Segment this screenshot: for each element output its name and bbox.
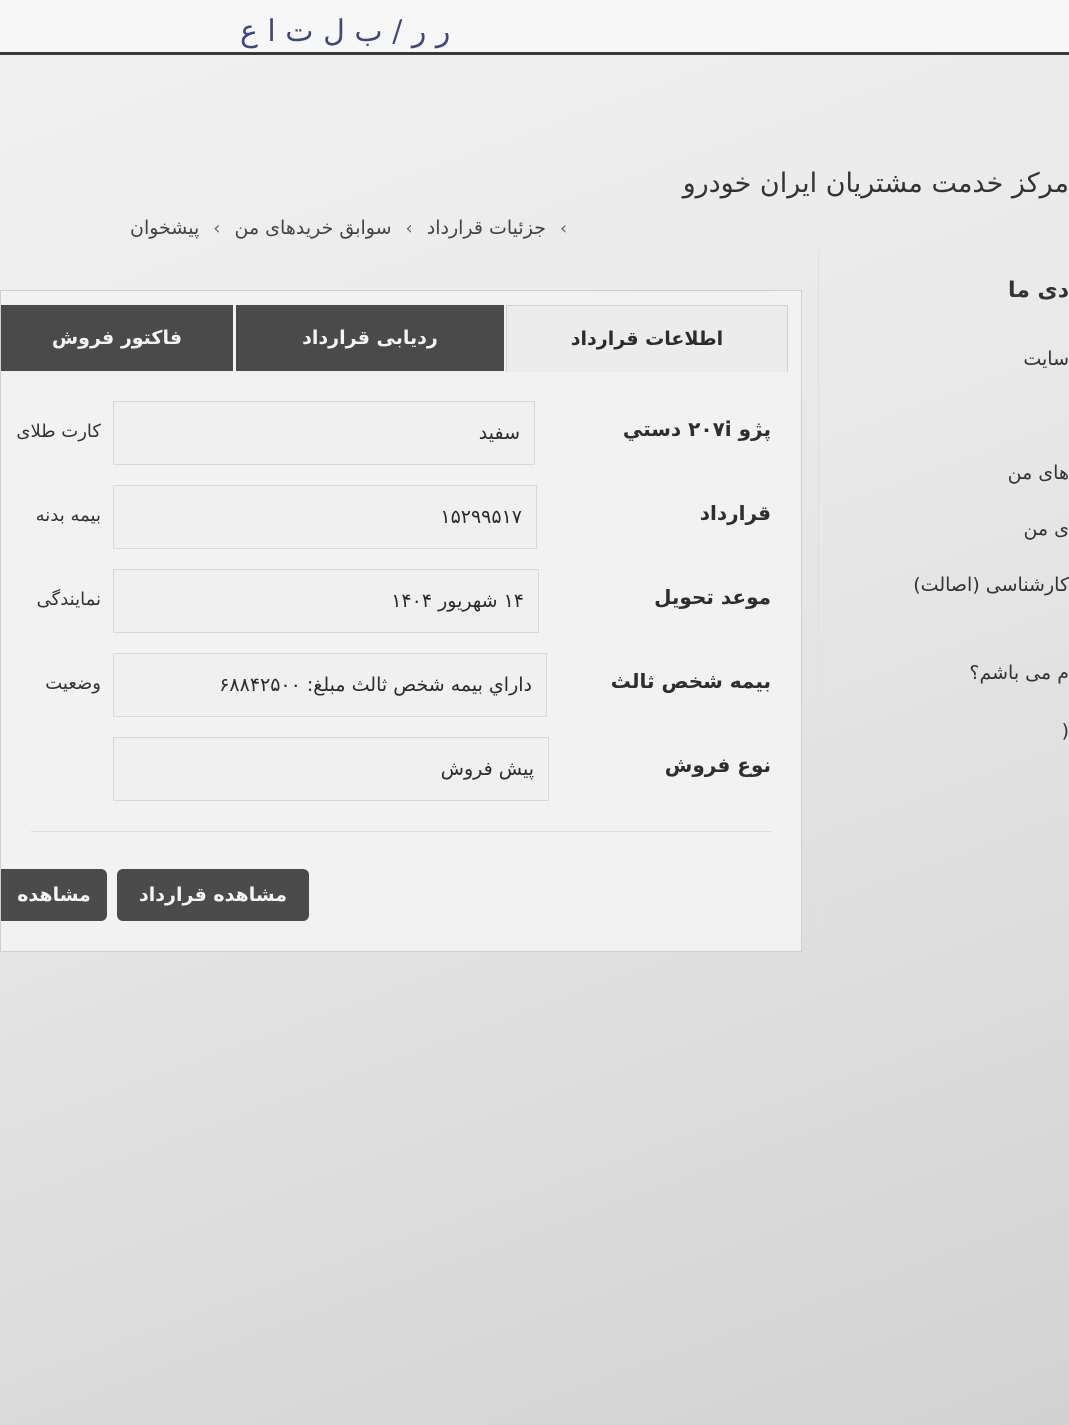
sidebar-item-my[interactable]: ی من — [1023, 518, 1069, 540]
detail-row-contract: قرارداد ۱۵۲۹۹۵۱۷ بیمه بدنه — [1, 485, 801, 553]
sidebar-item-more[interactable]: ( — [1062, 720, 1069, 742]
breadcrumb-contract-details: جزئیات قرارداد — [426, 217, 546, 239]
section-divider — [31, 831, 771, 832]
tab-contract-info[interactable]: اطلاعات قرارداد — [506, 305, 788, 372]
sidebar: دی ما سایت های من ی من کارشناسی (اصالت) … — [818, 250, 1069, 950]
detail-row-sale-type: نوع فروش پیش فروش — [1, 737, 801, 805]
sidebar-heading: دی ما — [1008, 278, 1069, 303]
detail-row-model: پژو ۲۰۷i دستي سفید کارت طلای — [1, 401, 801, 469]
detail-row-delivery: موعد تحویل ۱۴ شهریور ۱۴۰۴ نمایندگی — [1, 569, 801, 637]
detail-label: موعد تحویل — [654, 585, 771, 609]
detail-label: پژو ۲۰۷i دستي — [622, 417, 771, 441]
previous-sheet-edge: ر ر / ب ل ت ا ع — [0, 0, 1069, 55]
detail-label: قرارداد — [699, 501, 771, 525]
breadcrumb: پیشخوان › سوابق خریدهای من › جزئیات قرار… — [130, 210, 690, 246]
contract-panel: اطلاعات قرارداد ردیابی قرارداد فاکتور فر… — [0, 290, 802, 952]
detail-value: ۱۴ شهریور ۱۴۰۴ — [113, 569, 539, 633]
breadcrumb-purchase-history[interactable]: سوابق خریدهای من — [235, 217, 392, 239]
sidebar-item-site[interactable]: سایت — [1023, 348, 1069, 370]
site-title: مرکز خدمت مشتریان ایران خودرو — [682, 168, 1069, 199]
detail-label: نوع فروش — [664, 753, 771, 777]
detail-left-label: نمایندگی — [36, 589, 101, 610]
breadcrumb-separator-icon: › — [559, 217, 568, 239]
view-contract-button[interactable]: مشاهده قرارداد — [117, 869, 309, 921]
detail-label: بیمه شخص ثالث — [610, 669, 771, 693]
handwritten-scribble: ر ر / ب ل ت ا ع — [240, 14, 451, 49]
breadcrumb-separator-icon: › — [405, 217, 413, 239]
sidebar-item-expertise[interactable]: کارشناسی (اصالت) — [913, 574, 1069, 596]
sidebar-item-my-items[interactable]: های من — [1008, 462, 1069, 484]
sidebar-item-faq[interactable]: م می باشم؟ — [969, 662, 1069, 684]
detail-value: سفید — [113, 401, 535, 465]
detail-value: پیش فروش — [113, 737, 549, 801]
detail-left-label: وضعیت — [45, 673, 101, 694]
detail-value: داراي بیمه شخص ثالث مبلغ: ۶۸۸۴۲۵۰۰ — [113, 653, 547, 717]
breadcrumb-separator-icon: › — [213, 217, 221, 239]
breadcrumb-dashboard[interactable]: پیشخوان — [130, 217, 199, 239]
detail-left-label: کارت طلای — [16, 421, 101, 442]
detail-row-insurance: بیمه شخص ثالث داراي بیمه شخص ثالث مبلغ: … — [1, 653, 801, 721]
tab-contract-tracking[interactable]: ردیابی قرارداد — [236, 305, 504, 371]
detail-value: ۱۵۲۹۹۵۱۷ — [113, 485, 537, 549]
tab-bar: اطلاعات قرارداد ردیابی قرارداد فاکتور فر… — [1, 305, 788, 372]
view-button[interactable]: مشاهده — [1, 869, 107, 921]
tab-sales-invoice[interactable]: فاکتور فروش — [1, 305, 233, 371]
detail-left-label: بیمه بدنه — [35, 505, 101, 526]
